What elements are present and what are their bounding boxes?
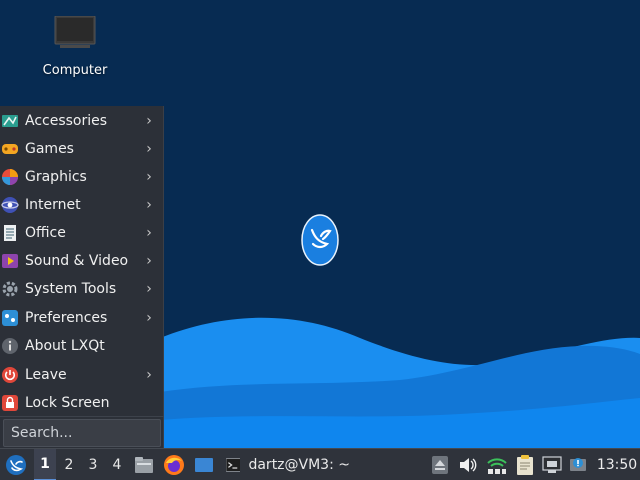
menu-item-accessories[interactable]: Accessories › bbox=[0, 107, 164, 135]
show-desktop-button[interactable] bbox=[192, 449, 216, 480]
chevron-right-icon: › bbox=[146, 113, 152, 129]
menu-item-label: Internet bbox=[25, 197, 81, 213]
internet-icon bbox=[1, 197, 19, 213]
task-button-terminal[interactable]: dartz@VM3: ~ bbox=[222, 449, 350, 480]
accessories-icon bbox=[2, 115, 18, 127]
menu-item-label: Lock Screen bbox=[25, 395, 110, 411]
volume-button[interactable] bbox=[457, 449, 479, 480]
network-button[interactable] bbox=[486, 449, 508, 480]
games-icon bbox=[2, 144, 18, 154]
lock-icon bbox=[2, 395, 18, 411]
taskbar: 1 2 3 4 dartz@VM3: ~ 13:50 bbox=[0, 448, 640, 480]
clipboard-icon bbox=[517, 455, 533, 475]
power-icon bbox=[2, 367, 18, 383]
menu-item-office[interactable]: Office › bbox=[0, 219, 164, 247]
firefox-icon bbox=[164, 455, 184, 475]
eject-button[interactable] bbox=[430, 449, 450, 480]
menu-item-label: Leave bbox=[25, 367, 67, 383]
office-icon bbox=[4, 225, 16, 241]
file-manager-icon bbox=[135, 457, 153, 473]
desktop-icon-label: Computer bbox=[42, 63, 108, 78]
lxqt-logo-icon bbox=[6, 455, 26, 475]
volume-icon bbox=[460, 458, 477, 472]
eject-icon bbox=[432, 456, 448, 474]
desktop-switch-2[interactable]: 2 bbox=[58, 449, 80, 480]
desktop-icon-computer[interactable]: Computer bbox=[36, 16, 114, 86]
menu-item-games[interactable]: Games › bbox=[0, 135, 164, 163]
menu-item-graphics[interactable]: Graphics › bbox=[0, 163, 164, 191]
menu-item-label: Sound & Video bbox=[25, 253, 129, 269]
menu-separator bbox=[0, 416, 164, 417]
chevron-right-icon: › bbox=[146, 367, 152, 383]
chevron-right-icon: › bbox=[146, 169, 152, 185]
menu-item-system-tools[interactable]: System Tools › bbox=[0, 275, 164, 303]
main-menu-button[interactable] bbox=[2, 449, 30, 480]
menu-item-preferences[interactable]: Preferences › bbox=[0, 304, 164, 332]
graphics-icon bbox=[2, 169, 18, 185]
chevron-right-icon: › bbox=[146, 253, 152, 269]
update-notifier-icon bbox=[570, 458, 586, 471]
menu-item-label: System Tools bbox=[25, 281, 117, 297]
lxqt-bird-logo bbox=[301, 214, 339, 266]
clipboard-button[interactable] bbox=[514, 449, 536, 480]
chevron-right-icon: › bbox=[146, 197, 152, 213]
menu-item-lock-screen[interactable]: Lock Screen bbox=[0, 389, 164, 417]
chevron-right-icon: › bbox=[146, 141, 152, 157]
menu-item-label: About LXQt bbox=[25, 338, 105, 354]
desktop-switch-1[interactable]: 1 bbox=[34, 449, 56, 480]
network-icon bbox=[487, 458, 507, 474]
desktop-switch-4[interactable]: 4 bbox=[106, 449, 128, 480]
menu-item-about-lxqt[interactable]: About LXQt bbox=[0, 332, 164, 360]
system-tools-icon bbox=[2, 281, 18, 297]
info-icon bbox=[2, 338, 18, 354]
menu-item-internet[interactable]: Internet › bbox=[0, 191, 164, 219]
file-manager-launcher[interactable] bbox=[132, 449, 156, 480]
ethernet-button[interactable] bbox=[541, 449, 563, 480]
preferences-icon bbox=[2, 310, 18, 326]
show-desktop-icon bbox=[195, 458, 213, 472]
menu-item-label: Games bbox=[25, 141, 74, 157]
menu-item-leave[interactable]: Leave › bbox=[0, 361, 164, 389]
menu-item-label: Graphics bbox=[25, 169, 87, 185]
update-notifier-button[interactable] bbox=[567, 449, 589, 480]
menu-item-label: Accessories bbox=[25, 113, 108, 129]
chevron-right-icon: › bbox=[146, 281, 152, 297]
computer-icon bbox=[54, 16, 96, 48]
desktop-switch-3[interactable]: 3 bbox=[82, 449, 104, 480]
clock[interactable]: 13:50 bbox=[594, 449, 640, 480]
chevron-right-icon: › bbox=[146, 225, 152, 241]
menu-search-input[interactable]: Search... bbox=[3, 419, 161, 447]
menu-item-sound-video[interactable]: Sound & Video › bbox=[0, 247, 164, 275]
menu-item-label: Preferences bbox=[25, 310, 108, 326]
ethernet-icon bbox=[542, 456, 562, 473]
terminal-icon bbox=[226, 458, 241, 472]
application-menu: Accessories › Games › Graphics › Interne… bbox=[0, 106, 164, 448]
menu-item-label: Office bbox=[25, 225, 66, 241]
task-button-label: dartz@VM3: ~ bbox=[248, 457, 350, 473]
firefox-launcher[interactable] bbox=[162, 449, 186, 480]
sound-video-icon bbox=[2, 254, 18, 268]
chevron-right-icon: › bbox=[146, 310, 152, 326]
